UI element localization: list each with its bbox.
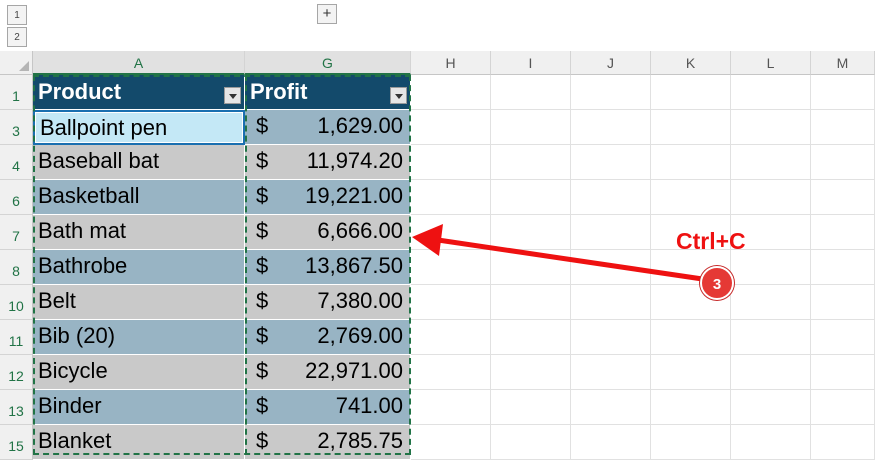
step-badge: 3 bbox=[700, 266, 734, 300]
annotation-arrow bbox=[412, 224, 719, 284]
shortcut-label: Ctrl+C bbox=[676, 228, 746, 254]
